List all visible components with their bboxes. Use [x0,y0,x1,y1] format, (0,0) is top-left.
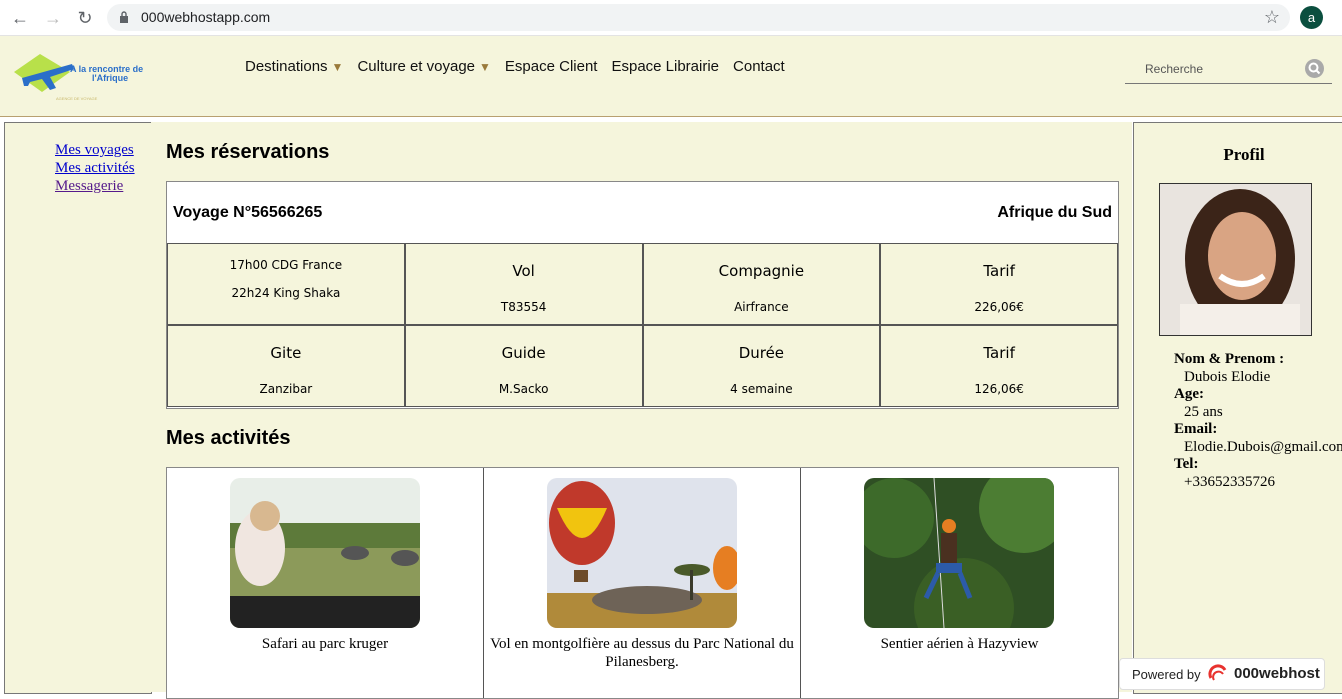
powered-by-badge[interactable]: Powered by 000webhost [1119,658,1325,690]
name-label: Nom & Prenom : [1174,351,1285,367]
webhost-brand: 000webhost [1234,665,1320,682]
site-logo[interactable]: A la rencontre de l'Afrique AGENCE DE VO… [12,50,162,106]
profile-name: Dubois Elodie [1184,368,1271,385]
lodging-cell: Gite Zanzibar [167,325,405,407]
profile-age: 25 ans [1184,403,1223,420]
webhost-logo-icon [1208,664,1227,681]
activity-card[interactable]: Sentier aérien à Hazyview [801,468,1118,698]
reservation-card: Voyage N°56566265 Afrique du Sud 17h00 C… [166,181,1119,409]
profile-title: Profil [1223,145,1265,164]
cell-header: Compagnie [718,262,805,280]
profile-info: Nom & Prenom : Dubois Elodie Age: 25 ans… [1174,351,1342,491]
avatar [1159,183,1312,336]
cell-header: Durée [738,344,785,362]
cell-value: 226,06€ [974,300,1024,314]
profile-panel: Profil Nom & Prenom : Dubois Elodie Age:… [1133,122,1342,694]
menu-contact[interactable]: Contact [733,58,785,75]
main-menu: Destinations ▼ Culture et voyage ▼ Espace … [245,58,785,75]
zipline-image [864,478,1054,628]
sidebar-link-mes-voyages[interactable]: Mes voyages [55,141,151,159]
reload-icon[interactable]: ↻ [74,7,96,29]
activity-caption: Safari au parc kruger [261,636,389,652]
profile-email: Elodie.Dubois@gmail.com [1184,438,1342,455]
tel-label: Tel: [1174,456,1199,472]
main-content: Mes réservations Voyage N°56566265 Afriq… [151,122,1132,699]
chevron-down-icon: ▼ [479,60,491,74]
age-label: Age: [1174,386,1204,402]
lock-icon [120,11,128,23]
cell-value: M.Sacko [498,382,549,396]
departure-time: 17h00 CDG France [229,258,343,272]
menu-espace-librairie[interactable]: Espace Librairie [611,58,719,75]
cell-value: 126,06€ [974,382,1024,396]
activity-card[interactable]: Safari au parc kruger [167,468,484,698]
duration-cell: Durée 4 semaine [642,325,881,407]
reservation-header: Voyage N°56566265 Afrique du Sud [167,182,1118,244]
cell-header: Vol [512,262,535,280]
voyage-destination: Afrique du Sud [997,204,1112,221]
cell-value: T83554 [500,300,547,314]
activity-card[interactable]: Vol en montgolfière au dessus du Parc Na… [484,468,801,698]
url-text: 000webhostapp.com [141,9,271,25]
balloon-image [547,478,737,628]
flight-price-cell: Tarif 226,06€ [880,243,1118,325]
back-icon[interactable]: ← [9,7,31,29]
sidebar: Mes voyages Mes activités Messagerie [4,122,152,694]
activity-caption: Vol en montgolfière au dessus du Parc Na… [490,636,794,670]
address-bar[interactable]: 000webhostapp.com ☆ [107,4,1290,31]
reservation-grid: 17h00 CDG France 22h24 King Shaka Vol T8… [167,243,1118,407]
activities-grid: Safari au parc kruger Vol en montgolfièr… [166,467,1119,699]
guide-cell: Guide M.Sacko [404,325,643,407]
stay-price-cell: Tarif 126,06€ [880,325,1118,407]
cell-value: 4 semaine [730,382,793,396]
activity-caption: Sentier aérien à Hazyview [880,636,1039,652]
search-placeholder: Recherche [1145,62,1204,76]
cell-header: Tarif [983,344,1015,362]
sidebar-link-mes-activites[interactable]: Mes activités [55,159,151,177]
cell-value: Zanzibar [259,382,313,396]
profile-avatar[interactable]: a [1300,6,1323,29]
menu-espace-client[interactable]: Espace Client [505,58,598,75]
search-input[interactable]: Recherche [1125,56,1332,84]
menu-culture-et-voyage[interactable]: Culture et voyage ▼ [357,58,490,75]
activities-title: Mes activités [166,427,291,449]
schedule-cell: 17h00 CDG France 22h24 King Shaka [167,243,405,325]
voyage-number: Voyage N°56566265 [173,204,323,221]
search-icon[interactable] [1305,59,1324,78]
browser-toolbar: ← → ↻ 000webhostapp.com ☆ a [0,0,1342,36]
logo-tagline: AGENCE DE VOYAGE [56,96,98,101]
chevron-down-icon: ▼ [331,60,344,74]
cell-header: Gite [270,344,302,362]
reservations-title: Mes réservations [166,141,330,163]
safari-image [230,478,420,628]
profile-tel: +33652335726 [1184,473,1275,490]
cell-value: Airfrance [734,300,789,314]
cell-header: Tarif [983,262,1015,280]
site-header: A la rencontre de l'Afrique AGENCE DE VO… [0,36,1342,117]
email-label: Email: [1174,421,1218,437]
sidebar-link-messagerie[interactable]: Messagerie [55,177,151,195]
forward-icon[interactable]: → [42,7,64,29]
menu-destinations[interactable]: Destinations ▼ [245,58,343,75]
cell-header: Guide [501,344,546,362]
powered-by-text: Powered by [1132,667,1201,682]
logo-text-line2: l'Afrique [92,73,128,83]
arrival-time: 22h24 King Shaka [231,286,341,300]
bookmark-star-icon[interactable]: ☆ [1264,7,1280,28]
flight-cell: Vol T83554 [404,243,643,325]
company-cell: Compagnie Airfrance [642,243,881,325]
